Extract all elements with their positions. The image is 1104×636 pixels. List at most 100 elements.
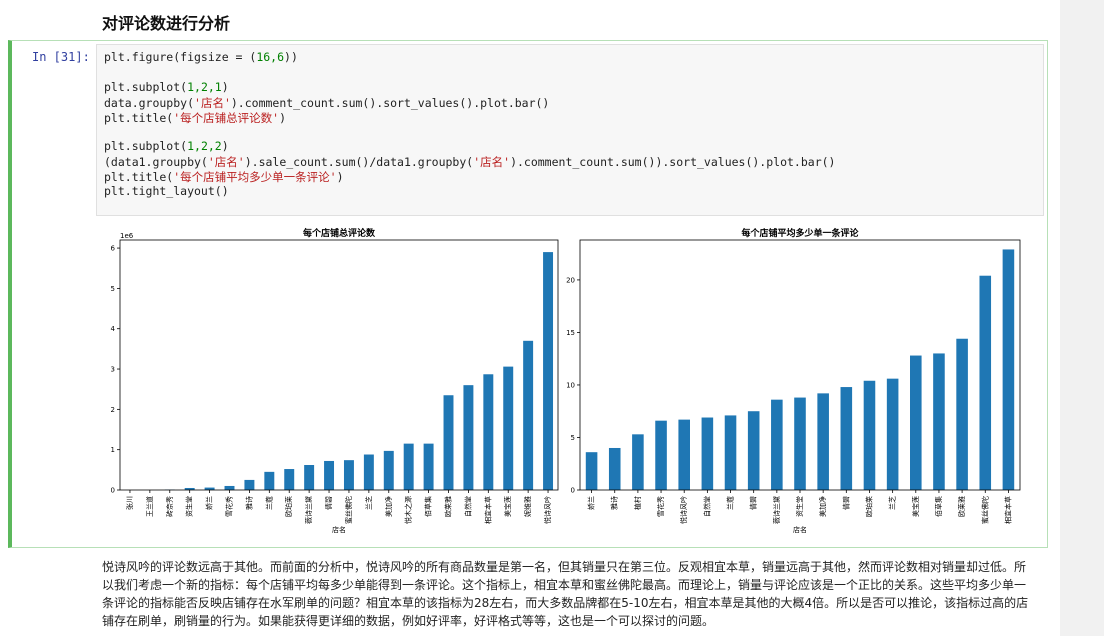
chart-title: 每个店铺总评论数 <box>303 227 376 239</box>
cell-prompt: In [31]: <box>32 50 90 64</box>
x-tick-label: 雪花秀 <box>656 496 665 517</box>
bar <box>608 447 621 490</box>
code-line-3: data.groupby('店名').comment_count.sum().s… <box>104 96 550 110</box>
bar <box>403 443 414 490</box>
x-tick-label: 美加净 <box>818 496 827 517</box>
y-tick-label: 10 <box>566 381 575 389</box>
cell-output-figure: 每个店铺总评论数 1e6 张川 王兰道 砖奈秀 资生堂 娇兰 雪花秀 雅诗 兰蔻 欧珀莱 薇诗兰黛 倩碧… <box>100 224 1030 544</box>
y-tick-label: 3 <box>111 366 115 374</box>
x-tick-label: 佰草集 <box>934 496 943 517</box>
bar <box>543 252 554 490</box>
x-tick-label: 美宝莲 <box>503 496 512 517</box>
x-tick-label: 兰蔻 <box>264 496 273 510</box>
x-tick-label: 资生堂 <box>185 496 194 517</box>
bar <box>324 460 335 490</box>
x-tick-label: 欧莱雅 <box>444 496 453 517</box>
x-tick-label: 自然堂 <box>702 496 711 517</box>
x-tick-label: 兰芝 <box>888 496 897 510</box>
bar <box>523 340 534 490</box>
bar <box>483 374 494 490</box>
bar <box>304 465 315 490</box>
scrollbar[interactable] <box>1060 0 1104 636</box>
x-tick-label: 欧莱雅 <box>957 496 966 517</box>
x-tick-label: 倩碧 <box>324 496 333 510</box>
x-tick-label: 砖奈秀 <box>165 496 174 517</box>
code-editor[interactable] <box>96 44 1044 216</box>
bar <box>817 393 829 490</box>
bar <box>840 387 853 490</box>
bar <box>244 479 255 490</box>
bar <box>933 353 945 490</box>
bar <box>701 417 714 490</box>
x-tick-label: 雪花秀 <box>225 496 234 517</box>
code-line-2: plt.subplot(1,2,1) <box>104 80 229 94</box>
bar <box>284 469 295 490</box>
bar <box>632 434 644 490</box>
code-line-1: plt.figure(figsize = (16,6)) <box>104 50 298 64</box>
bar <box>503 366 514 490</box>
x-tick-label: 资生堂 <box>795 496 804 517</box>
x-tick-label: 妮维雅 <box>523 496 532 517</box>
y-tick-label: 5 <box>571 434 575 442</box>
bar <box>1002 249 1015 490</box>
bar <box>678 419 690 490</box>
code-line-7: plt.title('每个店铺平均多少单一条评论') <box>104 170 344 184</box>
y-tick-label: 0 <box>571 487 575 495</box>
x-tick-label: 欧珀莱 <box>864 496 873 517</box>
bar <box>747 411 760 490</box>
x-tick-label: 张川 <box>125 496 134 510</box>
chart-title: 每个店铺平均多少单一条评论 <box>741 227 859 239</box>
bar <box>863 380 876 490</box>
x-axis-label: 店名 <box>793 525 807 534</box>
code-line-8: plt.tight_layout() <box>104 184 229 198</box>
bar <box>910 355 922 490</box>
x-tick-label: 薇诗兰黛 <box>772 496 781 524</box>
code-line-5: plt.subplot(1,2,2) <box>104 139 229 153</box>
x-tick-label: 美宝莲 <box>911 496 920 517</box>
code-line-6: (data1.groupby('店名').sale_count.sum()/da… <box>104 155 836 169</box>
code-line-4: plt.title('每个店铺总评论数') <box>104 111 287 125</box>
x-tick-label: 相宜本草 <box>1003 496 1012 524</box>
y-tick-label: 1 <box>111 446 115 454</box>
x-tick-label: 娇兰 <box>587 496 596 510</box>
x-tick-label: 自然堂 <box>463 496 472 517</box>
bar <box>724 415 737 490</box>
x-tick-label: 悦木之源 <box>404 496 413 524</box>
x-tick-label: 蜜丝佛陀 <box>344 496 353 524</box>
x-tick-label: 兰芝 <box>364 496 373 510</box>
x-tick-label: 欧珀莱 <box>284 496 293 517</box>
x-tick-label: 相宜本草 <box>483 496 492 524</box>
axis-offset-label: 1e6 <box>120 232 134 240</box>
bar <box>956 338 968 490</box>
y-tick-label: 5 <box>111 285 115 293</box>
x-tick-label: 悦诗风吟 <box>679 496 688 524</box>
bar <box>886 378 899 490</box>
x-tick-label: 植村 <box>633 496 642 510</box>
x-tick-label: 薇诗兰黛 <box>304 496 313 524</box>
bar <box>979 275 992 490</box>
bar <box>423 443 434 490</box>
analysis-paragraph: 悦诗风吟的评论数远高于其他。而前面的分析中，悦诗风吟的所有商品数量是第一名，但其… <box>102 560 1029 628</box>
bar <box>224 485 235 490</box>
y-tick-label: 6 <box>111 245 116 253</box>
y-tick-label: 4 <box>111 325 116 333</box>
x-tick-label: 兰蔻 <box>726 496 735 510</box>
bar <box>383 450 394 490</box>
x-tick-label: 倩碧 <box>841 496 850 510</box>
figure-svg: 每个店铺总评论数1e6张川 王兰道 砖奈秀 资生堂 娇兰 雪花秀 雅诗 兰蔻 欧珀莱 薇诗兰黛 倩碧… <box>111 227 1021 534</box>
x-tick-label: 雅诗 <box>610 496 619 510</box>
x-tick-label: 悦诗风吟 <box>543 496 552 524</box>
x-tick-label: 佰草集 <box>424 496 433 517</box>
bar <box>264 471 275 490</box>
bar <box>443 395 454 490</box>
x-tick-label: 蜜丝佛陀 <box>980 496 989 524</box>
bar <box>794 397 806 490</box>
x-tick-label: 倩碧 <box>749 496 758 510</box>
x-tick-label: 美加净 <box>384 496 393 517</box>
x-tick-label: 雅诗 <box>244 496 253 510</box>
bar <box>585 452 598 490</box>
bar <box>771 399 783 490</box>
bar <box>463 385 474 490</box>
x-tick-label: 娇兰 <box>205 496 214 510</box>
bar <box>343 460 354 490</box>
